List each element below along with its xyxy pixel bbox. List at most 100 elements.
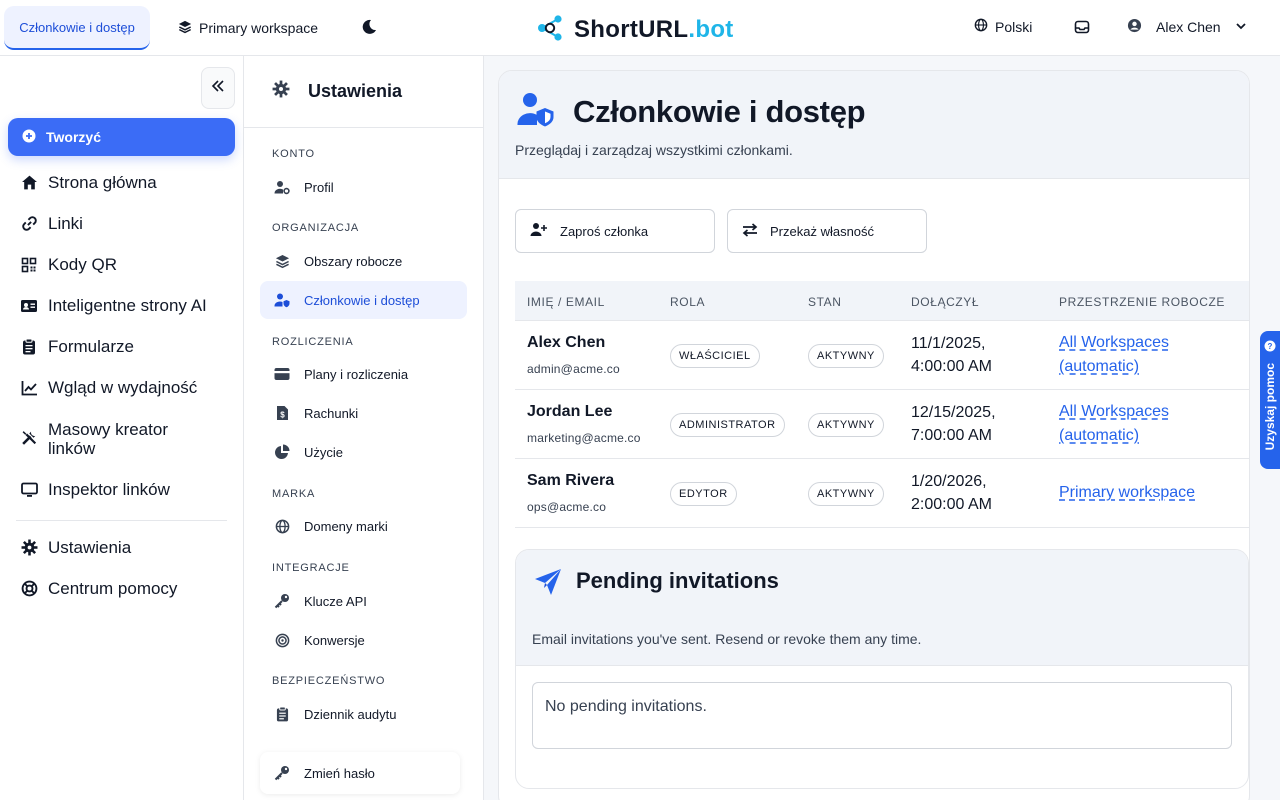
plus-circle-icon bbox=[22, 129, 36, 146]
nav-links[interactable]: Linki bbox=[20, 214, 83, 233]
nav-label: Centrum pomocy bbox=[48, 579, 178, 598]
workspaces-link[interactable]: All Workspaces (automatic) bbox=[1059, 400, 1209, 448]
pending-invitations-title: Pending invitations bbox=[576, 568, 779, 593]
settings-item-plans[interactable]: Plany i rozliczenia bbox=[260, 355, 467, 393]
key-icon bbox=[274, 765, 290, 781]
table-row: Jordan Lee marketing@acme.co ADMINISTRAT… bbox=[515, 390, 1249, 459]
user-plus-icon bbox=[530, 222, 548, 240]
nav-settings[interactable]: Ustawienia bbox=[20, 538, 131, 557]
section-organizacja: ORGANIZACJA bbox=[272, 222, 360, 234]
settings-item-profile[interactable]: Profil bbox=[260, 168, 467, 206]
language-label: Polski bbox=[995, 18, 1033, 35]
member-email: admin@acme.co bbox=[527, 362, 620, 376]
workspace-switcher[interactable]: Primary workspace bbox=[178, 18, 318, 38]
pending-invitations-header: Pending invitations Email invitations yo… bbox=[516, 550, 1248, 666]
nav-label: Strona główna bbox=[48, 173, 157, 192]
top-bar: Członkowie i dostęp Primary workspace Sh… bbox=[0, 0, 1280, 56]
settings-item-label: Dziennik audytu bbox=[304, 706, 397, 722]
workspaces-link[interactable]: Primary workspace bbox=[1059, 481, 1229, 505]
page-title: Członkowie i dostęp bbox=[573, 93, 866, 129]
left-nav: Tworzyć Strona główna Linki Kody QR Inte… bbox=[0, 56, 244, 800]
column-header: DOŁĄCZYŁ bbox=[911, 295, 980, 309]
settings-item-label: Obszary robocze bbox=[304, 253, 403, 269]
settings-header: Ustawienia bbox=[244, 56, 483, 128]
card-header: Członkowie i dostęp Przeglądaj i zarządz… bbox=[499, 71, 1249, 179]
nav-home[interactable]: Strona główna bbox=[20, 173, 157, 192]
nav-label: Wgląd w wydajność bbox=[48, 378, 198, 397]
table-row: Alex Chen admin@acme.co WŁAŚCICIEL AKTYW… bbox=[515, 321, 1249, 390]
layers-icon bbox=[178, 20, 192, 37]
moon-icon[interactable] bbox=[360, 18, 378, 36]
logo-main-text: ShortURL bbox=[574, 16, 689, 43]
language-selector[interactable]: Polski bbox=[974, 18, 1032, 35]
section-konto: KONTO bbox=[272, 148, 315, 160]
clipboard-icon bbox=[20, 338, 38, 356]
role-badge: ADMINISTRATOR bbox=[670, 413, 785, 437]
nav-label: Masowy kreator linków bbox=[48, 420, 168, 458]
user-gear-icon bbox=[274, 179, 290, 195]
settings-sidebar: Ustawienia KONTO Profil ORGANIZACJA Obsz… bbox=[244, 56, 484, 800]
settings-item-label: Domeny marki bbox=[304, 518, 388, 534]
user-shield-icon bbox=[517, 91, 555, 132]
share-nodes-icon bbox=[536, 13, 566, 48]
settings-item-invoices[interactable]: $ Rachunki bbox=[260, 394, 467, 432]
nav-forms[interactable]: Formularze bbox=[20, 337, 134, 356]
role-badge: EDYTOR bbox=[670, 482, 737, 506]
settings-title: Ustawienia bbox=[308, 81, 403, 101]
nav-label: Inspektor linków bbox=[48, 480, 170, 499]
create-button[interactable]: Tworzyć bbox=[8, 118, 235, 156]
settings-item-workspaces[interactable]: Obszary robocze bbox=[260, 242, 467, 280]
section-rozliczenia: ROZLICZENIA bbox=[272, 336, 354, 348]
gear-icon bbox=[20, 539, 38, 557]
table-row: Sam Rivera ops@acme.co EDYTOR AKTYWNY 1/… bbox=[515, 459, 1249, 528]
settings-item-label: Rachunki bbox=[304, 405, 359, 421]
clipboard-list-icon bbox=[274, 706, 290, 722]
nav-bulk-creator[interactable]: Masowy kreator linków bbox=[20, 420, 210, 458]
user-shield-icon bbox=[274, 292, 290, 308]
workspaces-link[interactable]: All Workspaces (automatic) bbox=[1059, 331, 1209, 379]
paper-plane-icon bbox=[534, 568, 562, 601]
nav-performance[interactable]: Wgląd w wydajność bbox=[20, 378, 197, 397]
target-icon bbox=[274, 632, 290, 648]
settings-item-label: Członkowie i dostęp bbox=[304, 292, 420, 308]
tab-members-access[interactable]: Członkowie i dostęp bbox=[4, 6, 150, 50]
logo[interactable]: ShortURL.bot bbox=[536, 14, 734, 46]
nav-help-center[interactable]: Centrum pomocy bbox=[20, 579, 177, 598]
member-name: Jordan Lee bbox=[527, 403, 613, 420]
collapse-sidebar-button[interactable] bbox=[201, 67, 235, 109]
nav-divider bbox=[16, 520, 227, 521]
nav-qr-codes[interactable]: Kody QR bbox=[20, 255, 117, 274]
settings-item-members[interactable]: Członkowie i dostęp bbox=[260, 281, 467, 319]
chevron-down-icon bbox=[1235, 19, 1247, 35]
inbox-icon[interactable] bbox=[1074, 19, 1090, 35]
user-menu[interactable]: Alex Chen bbox=[1127, 18, 1247, 36]
member-name: Alex Chen bbox=[527, 334, 606, 351]
get-help-tab[interactable]: ? Uzyskaj pomoc bbox=[1260, 331, 1280, 469]
transfer-ownership-label: Przekaż własność bbox=[770, 223, 875, 239]
settings-item-api-keys[interactable]: Klucze API bbox=[260, 582, 467, 620]
chart-line-icon bbox=[20, 379, 38, 397]
settings-item-conversions[interactable]: Konwersje bbox=[260, 621, 467, 659]
gear-icon bbox=[272, 80, 290, 103]
svg-text:$: $ bbox=[280, 411, 285, 420]
user-avatar-icon bbox=[1127, 18, 1142, 36]
invoice-icon: $ bbox=[274, 405, 290, 421]
member-name: Sam Rivera bbox=[527, 472, 615, 489]
double-chevron-left-icon bbox=[211, 79, 225, 98]
pending-invitations-empty: No pending invitations. bbox=[532, 682, 1232, 749]
settings-item-usage[interactable]: Użycie bbox=[260, 433, 467, 471]
section-integracje: INTEGRACJE bbox=[272, 562, 350, 574]
status-badge: AKTYWNY bbox=[808, 413, 884, 437]
pie-chart-icon bbox=[274, 444, 290, 460]
settings-item-audit-log[interactable]: Dziennik audytu bbox=[260, 695, 467, 733]
settings-item-change-password[interactable]: Zmień hasło bbox=[260, 752, 460, 794]
joined-date: 12/15/2025, 7:00:00 AM bbox=[911, 404, 996, 444]
monitor-icon bbox=[20, 481, 38, 499]
invite-member-button[interactable]: Zaproś członka bbox=[515, 209, 715, 253]
nav-ai-pages[interactable]: Inteligentne strony AI bbox=[20, 296, 207, 315]
settings-item-label: Konwersje bbox=[304, 632, 365, 648]
nav-link-inspector[interactable]: Inspektor linków bbox=[20, 480, 170, 499]
logo-suffix-text: .bot bbox=[688, 16, 734, 43]
transfer-ownership-button[interactable]: Przekaż własność bbox=[727, 209, 927, 253]
settings-item-domains[interactable]: Domeny marki bbox=[260, 507, 467, 545]
